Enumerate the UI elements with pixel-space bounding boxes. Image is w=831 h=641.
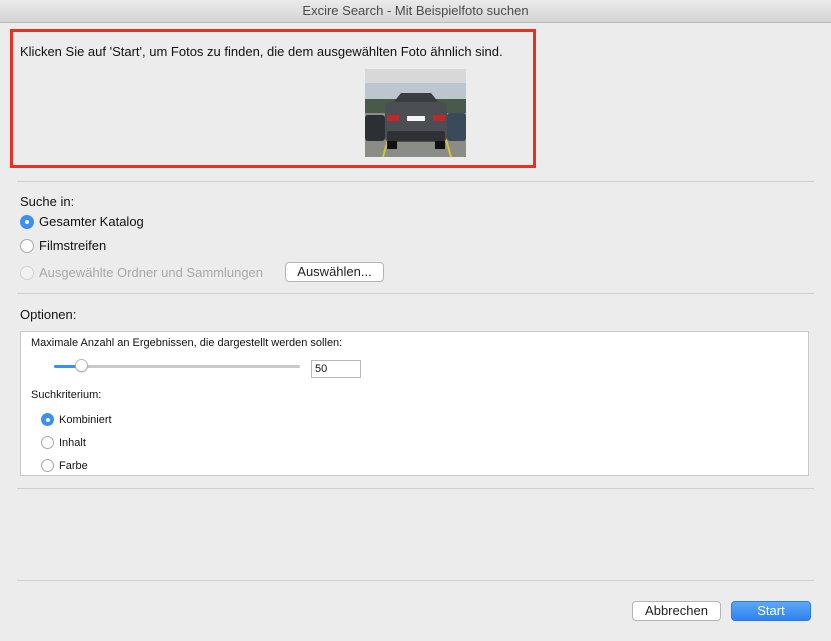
options-label: Optionen: <box>20 307 77 322</box>
window-title: Excire Search - Mit Beispielfoto suchen <box>302 3 529 18</box>
window-title-bar: Excire Search - Mit Beispielfoto suchen <box>0 0 831 23</box>
max-results-input[interactable] <box>311 360 361 378</box>
divider <box>17 580 814 581</box>
radio-selected-folders-label: Ausgewählte Ordner und Sammlungen <box>39 265 264 280</box>
radio-color-label: Farbe <box>59 459 88 472</box>
radio-selected-icon[interactable] <box>41 413 54 426</box>
radio-selected-icon[interactable] <box>20 214 34 229</box>
options-panel: Maximale Anzahl an Ergebnissen, die darg… <box>20 331 809 476</box>
radio-unselected-icon[interactable] <box>41 436 54 449</box>
radio-entire-catalog[interactable]: Gesamter Katalog <box>20 214 144 229</box>
start-button[interactable]: Start <box>731 601 811 621</box>
radio-content[interactable]: Inhalt <box>41 436 86 449</box>
divider <box>17 181 814 182</box>
radio-color[interactable]: Farbe <box>41 459 88 472</box>
search-in-label: Suche in: <box>20 194 75 209</box>
example-photo-thumbnail <box>365 69 466 157</box>
radio-combined-label: Kombiniert <box>59 413 112 426</box>
max-results-label: Maximale Anzahl an Ergebnissen, die darg… <box>31 337 343 349</box>
example-photo-panel: Klicken Sie auf 'Start', um Fotos zu fin… <box>10 29 536 168</box>
instruction-text: Klicken Sie auf 'Start', um Fotos zu fin… <box>20 44 503 59</box>
select-folders-button[interactable]: Auswählen... <box>285 262 384 282</box>
radio-filmstrip[interactable]: Filmstreifen <box>20 238 106 253</box>
radio-selected-folders: Ausgewählte Ordner und Sammlungen <box>20 265 263 280</box>
radio-entire-catalog-label: Gesamter Katalog <box>39 214 144 229</box>
radio-combined[interactable]: Kombiniert <box>41 413 112 426</box>
car-photo-image <box>365 69 466 157</box>
search-criterion-label: Suchkriterium: <box>31 389 102 401</box>
max-results-slider-knob[interactable] <box>74 359 88 372</box>
cancel-button[interactable]: Abbrechen <box>632 601 721 621</box>
divider <box>17 488 814 489</box>
radio-unselected-icon[interactable] <box>41 459 54 472</box>
divider <box>17 293 814 294</box>
max-results-slider-track[interactable] <box>54 365 300 368</box>
radio-content-label: Inhalt <box>59 436 86 449</box>
radio-unselected-icon[interactable] <box>20 238 34 253</box>
radio-disabled-icon <box>20 265 34 280</box>
radio-filmstrip-label: Filmstreifen <box>39 238 107 253</box>
